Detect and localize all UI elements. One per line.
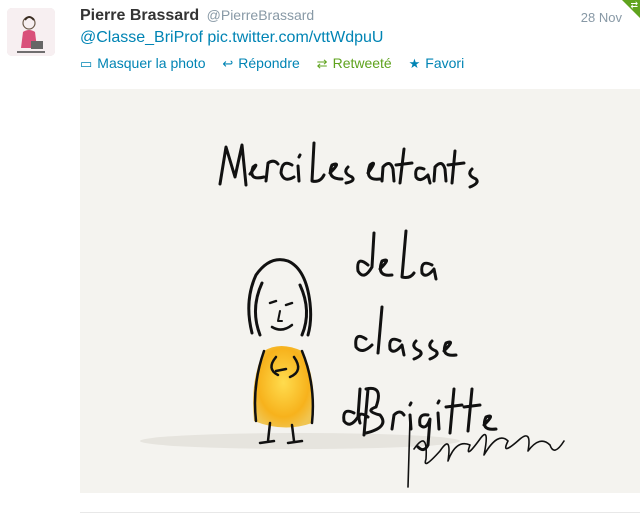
favorite-label: Favori bbox=[425, 55, 465, 71]
avatar-drawing bbox=[7, 8, 55, 56]
fullname[interactable]: Pierre Brassard bbox=[80, 7, 199, 24]
handwritten-drawing bbox=[140, 141, 565, 488]
retweeted-corner-mark: ⇄ bbox=[630, 0, 638, 10]
favorite-icon: ★ bbox=[408, 56, 421, 71]
retweet-button[interactable]: ⇄ Retweeté bbox=[317, 55, 392, 72]
tweet-photo[interactable] bbox=[80, 89, 640, 493]
pic-link[interactable]: pic.twitter.com/vttWdpuU bbox=[207, 29, 383, 46]
tweet-header: Pierre Brassard @PierreBrassard 28 Nov bbox=[80, 7, 640, 29]
favorite-button[interactable]: ★ Favori bbox=[409, 55, 465, 72]
tweet-text: @Classe_BriProf pic.twitter.com/vttWdpuU bbox=[80, 29, 383, 47]
photo-icon: ▭ bbox=[80, 56, 93, 71]
tweet-actions: ▭ Masquer la photo ↩ Répondre ⇄ Retweeté ★ F… bbox=[80, 55, 477, 75]
reply-label: Répondre bbox=[238, 55, 300, 71]
mention-link[interactable]: @Classe_BriProf bbox=[80, 29, 203, 46]
hide-photo-button[interactable]: ▭ Masquer la photo bbox=[80, 55, 205, 72]
reply-button[interactable]: ↩ Répondre bbox=[222, 55, 299, 72]
reply-icon: ↩ bbox=[222, 56, 234, 71]
hide-photo-label: Masquer la photo bbox=[97, 55, 206, 71]
retweet-label: Retweeté bbox=[332, 55, 392, 71]
timestamp[interactable]: 28 Nov bbox=[581, 10, 622, 25]
tweet: Pierre Brassard @PierreBrassard 28 Nov ⇄… bbox=[0, 0, 640, 515]
avatar[interactable] bbox=[7, 8, 55, 56]
retweet-icon: ⇄ bbox=[316, 56, 328, 71]
divider bbox=[80, 512, 640, 513]
username[interactable]: @PierreBrassard bbox=[207, 7, 315, 23]
